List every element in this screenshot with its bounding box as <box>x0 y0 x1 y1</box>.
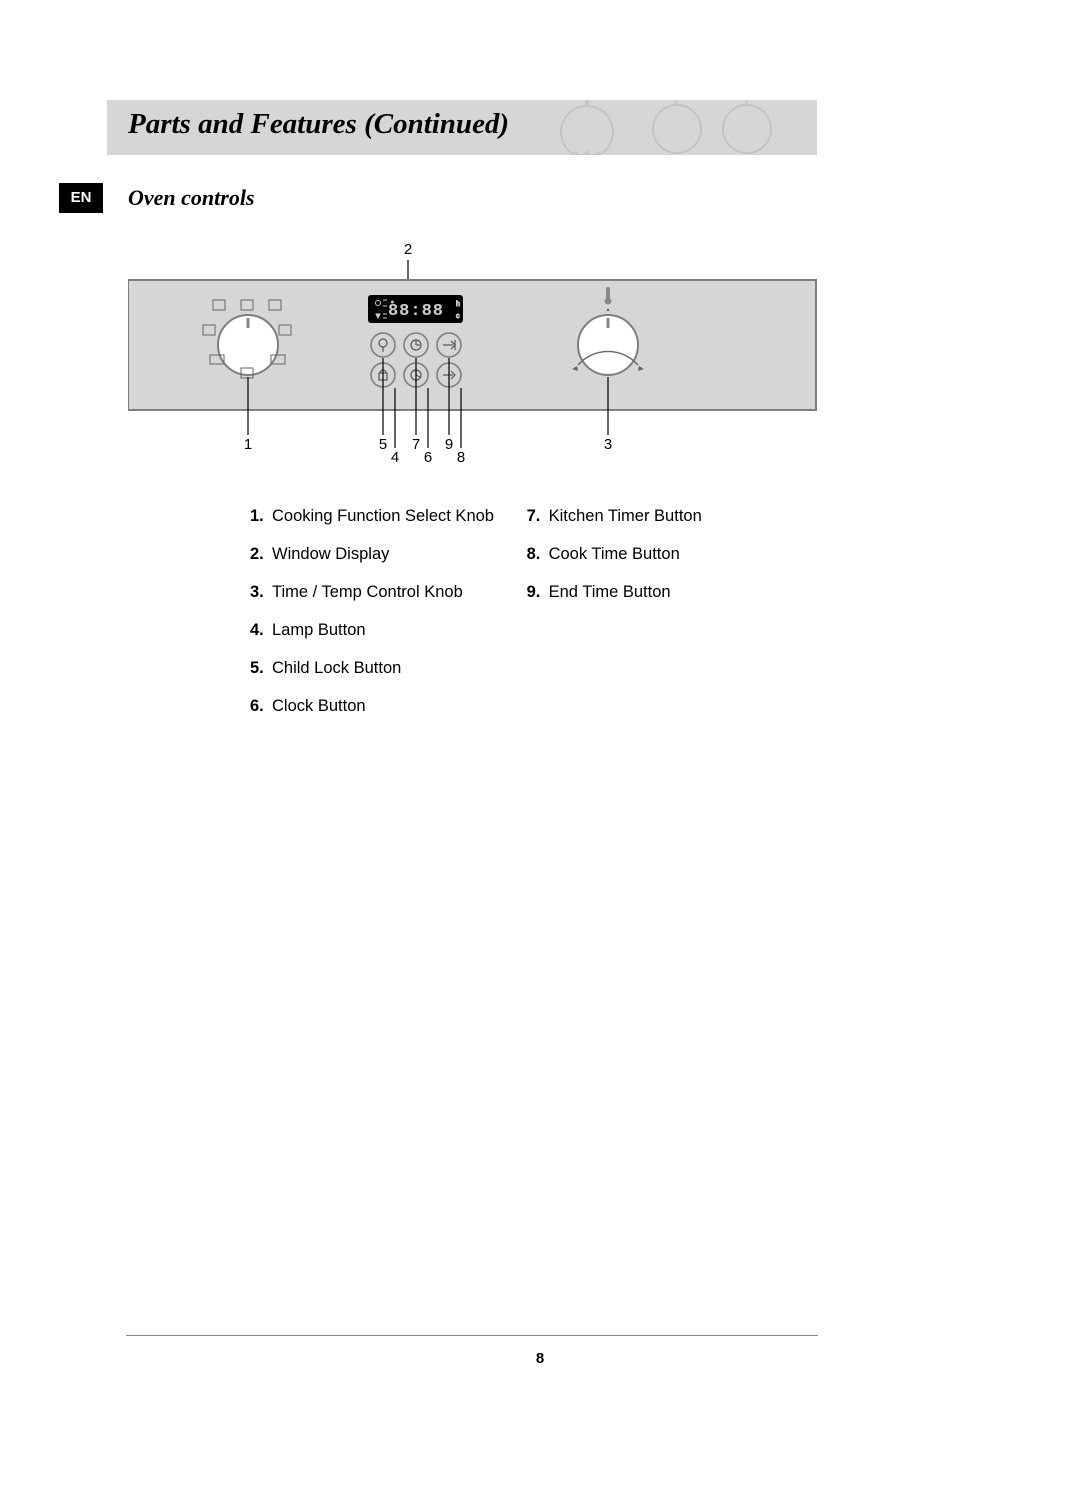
page-number: 8 <box>0 1350 1080 1367</box>
callout-5: 5 <box>379 436 387 453</box>
callout-4: 4 <box>391 449 399 466</box>
callout-3: 3 <box>604 436 612 453</box>
callout-8: 8 <box>457 449 465 466</box>
footer-rule <box>126 1335 818 1336</box>
legend: 1.Cooking Function Select Knob 2.Window … <box>250 507 702 735</box>
lamp-button <box>371 333 395 357</box>
callout-7: 7 <box>412 436 420 453</box>
legend-item: 8.Cook Time Button <box>527 545 702 564</box>
page: Parts and Features (Continued) EN Oven c… <box>0 0 1080 1486</box>
callout-9: 9 <box>445 436 453 453</box>
svg-text:88:88: 88:88 <box>388 302 444 321</box>
window-display: 88:88 ° c h <box>368 295 463 323</box>
language-tag: EN <box>59 183 103 213</box>
legend-item: 5.Child Lock Button <box>250 659 522 678</box>
legend-item: 1.Cooking Function Select Knob <box>250 507 522 526</box>
section-title: Oven controls <box>128 185 255 211</box>
page-title: Parts and Features (Continued) <box>128 108 509 141</box>
callout-2: 2 <box>404 241 412 258</box>
title-bar-deco <box>537 100 817 155</box>
legend-item: 2.Window Display <box>250 545 522 564</box>
callout-6: 6 <box>424 449 432 466</box>
svg-text:°: ° <box>391 300 394 308</box>
legend-item: 6.Clock Button <box>250 697 522 716</box>
legend-item: 7.Kitchen Timer Button <box>527 507 702 526</box>
legend-item: 4.Lamp Button <box>250 621 522 640</box>
legend-item: 3.Time / Temp Control Knob <box>250 583 522 602</box>
legend-item: 9.End Time Button <box>527 583 702 602</box>
oven-controls-diagram: 2 88:88 ° c h <box>128 240 818 475</box>
callout-1: 1 <box>244 436 252 453</box>
svg-text:c: c <box>456 313 460 320</box>
svg-text:h: h <box>456 301 460 308</box>
